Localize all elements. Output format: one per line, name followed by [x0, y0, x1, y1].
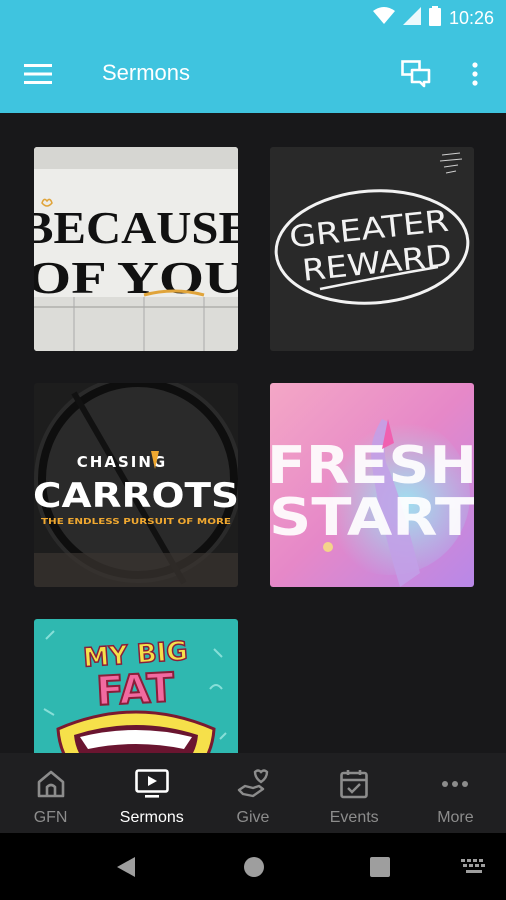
nav-label: More [437, 809, 474, 826]
sermon-artwork: BECAUSE OF YOU [34, 147, 238, 351]
nav-item-give[interactable]: Give [202, 753, 303, 833]
church-icon [36, 767, 66, 801]
tv-play-icon [134, 767, 169, 801]
sermon-title-line2: FAT [95, 665, 176, 715]
chat-icon [401, 60, 431, 88]
battery-icon [428, 5, 441, 31]
chat-button[interactable] [396, 56, 436, 92]
nav-label: GFN [33, 809, 68, 826]
sermon-title-line1: BECAUSE [34, 202, 238, 253]
sermon-card[interactable]: CHASING CARROTS THE ENDLESS PURSUIT OF M… [34, 383, 238, 587]
home-icon [244, 857, 264, 877]
give-heart-icon [237, 767, 269, 801]
status-time: 10:26 [448, 7, 494, 28]
nav-item-sermons[interactable]: Sermons [101, 753, 202, 833]
app-bar: Sermons [0, 36, 506, 113]
sermon-artwork: CHASING CARROTS THE ENDLESS PURSUIT OF M… [34, 383, 238, 587]
sermon-card[interactable]: FRESH START [270, 383, 474, 587]
nav-item-gfn[interactable]: GFN [0, 753, 101, 833]
wifi-icon [372, 6, 395, 30]
sermon-title-main: CARROTS [34, 476, 238, 516]
home-button[interactable] [236, 851, 272, 883]
sermon-card[interactable]: BECAUSE OF YOU [34, 147, 238, 351]
nav-label: Sermons [119, 809, 184, 826]
keyboard-button[interactable] [456, 851, 492, 883]
menu-button[interactable] [18, 58, 58, 90]
nav-label: Events [329, 809, 379, 826]
overflow-icon [472, 62, 478, 86]
sermon-artwork: GREATER REWARD [270, 147, 474, 351]
sermon-artwork: FRESH START [270, 383, 474, 587]
nav-label: Give [236, 809, 270, 826]
sermon-card[interactable]: GREATER REWARD [270, 147, 474, 351]
sermon-title-line1: FRESH [270, 436, 474, 496]
sermon-card[interactable]: MY BIG FAT [34, 619, 238, 753]
nav-item-more[interactable]: More [405, 753, 506, 833]
sermon-artwork: MY BIG FAT [34, 619, 238, 753]
recents-icon [370, 857, 390, 877]
overflow-menu-button[interactable] [460, 56, 490, 92]
keyboard-icon [461, 859, 485, 873]
recents-button[interactable] [362, 851, 398, 883]
more-dots-icon [441, 767, 469, 801]
sermon-title-line2: OF YOU [34, 252, 238, 303]
menu-icon [24, 64, 52, 84]
bottom-navigation: GFN Sermons Give Events More [0, 753, 506, 833]
system-navigation [0, 833, 506, 900]
sermon-title-line2: START [270, 488, 474, 548]
sermon-subtitle: THE ENDLESS PURSUIT OF MORE [41, 517, 231, 526]
page-title: Sermons [102, 60, 191, 85]
sermons-grid: BECAUSE OF YOU GREATER REWARD CHASING CA… [0, 113, 506, 753]
status-bar: 10:26 [0, 0, 506, 36]
signal-icon [402, 6, 421, 30]
back-icon [117, 857, 135, 877]
nav-item-events[interactable]: Events [304, 753, 405, 833]
calendar-icon [340, 767, 369, 801]
status-icons: 10:26 [372, 5, 494, 31]
back-button[interactable] [108, 851, 144, 883]
